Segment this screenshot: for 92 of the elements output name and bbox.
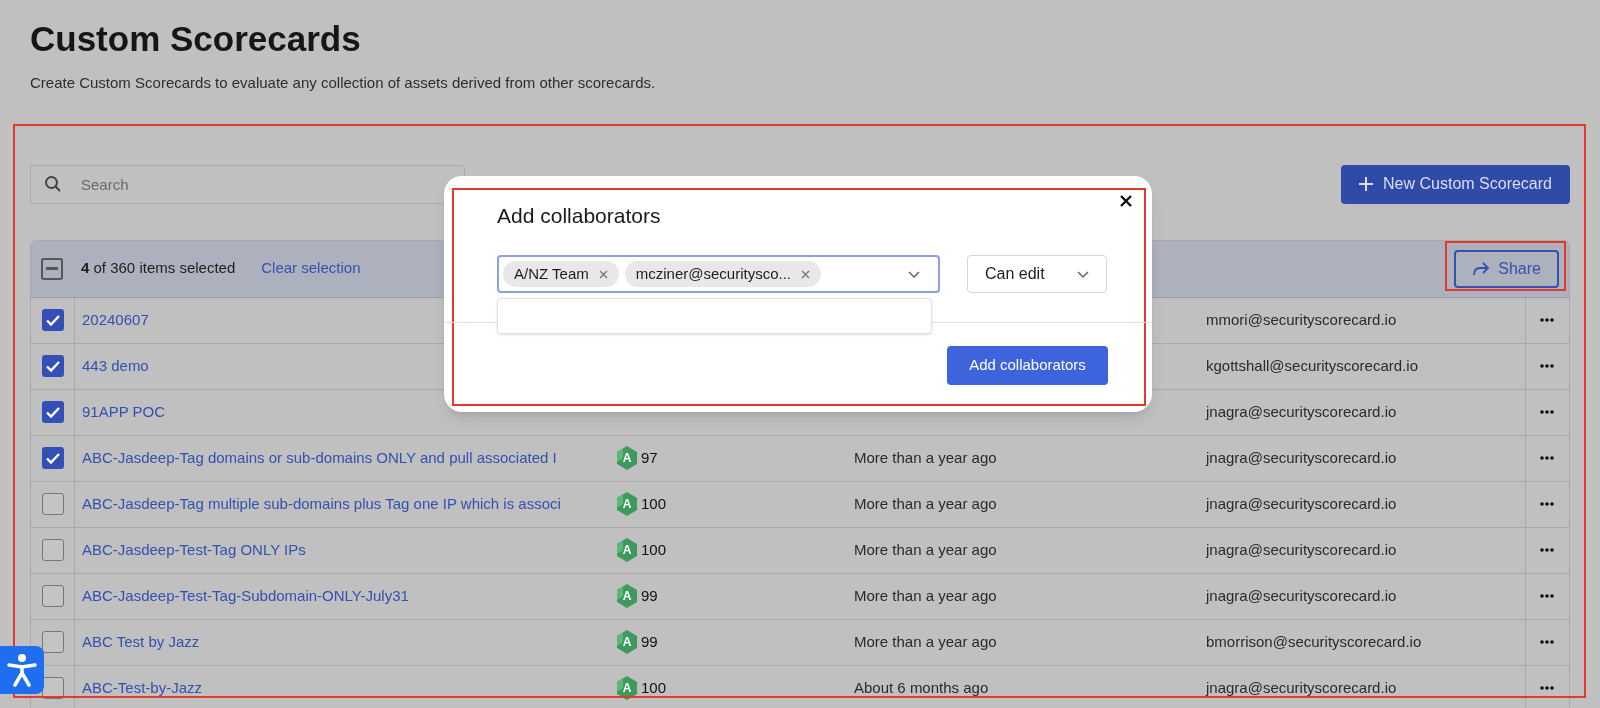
row-checkbox[interactable] [41, 585, 64, 607]
owner-email: kgottshall@securityscorecard.io [1206, 356, 1418, 374]
share-button[interactable]: Share [1454, 249, 1559, 288]
score-value: 99 [641, 631, 658, 652]
row-checkbox[interactable] [41, 309, 64, 331]
scorecard-link[interactable]: ABC-Jasdeep-Test-Tag-Subdomain-ONLY-July31 [82, 586, 409, 604]
grade-badge: A [616, 630, 638, 654]
grade-badge: A [616, 584, 638, 608]
score-value: 97 [641, 447, 658, 468]
chevron-down-icon [1077, 270, 1089, 278]
more-options-button[interactable] [1539, 409, 1556, 415]
scorecard-link[interactable]: ABC-Jasdeep-Tag multiple sub-domains plus Tag one IP which is associ [82, 494, 561, 512]
remove-icon[interactable] [801, 269, 810, 279]
more-options-button[interactable] [1539, 593, 1556, 599]
minus-icon [46, 267, 58, 270]
new-scorecard-button[interactable]: New Custom Scorecard [1341, 164, 1570, 204]
check-icon [45, 360, 60, 372]
share-icon [1472, 261, 1491, 276]
updated-time: More than a year ago [854, 448, 997, 466]
page-title: Custom Scorecards [30, 18, 362, 60]
row-checkbox[interactable] [41, 539, 64, 561]
check-icon [45, 452, 60, 464]
scorecard-link[interactable]: 91APP POC [82, 402, 166, 420]
owner-email: bmorrison@securityscorecard.io [1206, 632, 1422, 650]
add-collaborators-button[interactable]: Add collaborators [947, 346, 1108, 385]
grade-badge: A [616, 676, 638, 700]
more-icon [1539, 548, 1554, 552]
collaborator-chip: A/NZ Team [503, 261, 619, 287]
more-options-button[interactable] [1539, 685, 1556, 691]
collaborator-select[interactable]: A/NZ Team mcziner@securitysco... [497, 255, 940, 293]
scorecard-link[interactable]: ABC Test by Jazz [82, 632, 200, 650]
close-button[interactable] [1118, 193, 1134, 209]
score-value: 100 [641, 677, 667, 698]
scorecard-link[interactable]: 443 demo [82, 356, 149, 374]
accessibility-button[interactable] [0, 646, 44, 694]
row-checkbox[interactable] [41, 355, 64, 377]
more-icon [1539, 502, 1554, 506]
check-icon [45, 314, 60, 326]
scorecard-link[interactable]: ABC-Test-by-Jazz [82, 678, 203, 696]
scorecard-link[interactable]: ABC-Jasdeep-Tag domains or sub-domains ONLY and pull associated I [82, 448, 557, 466]
more-options-button[interactable] [1539, 547, 1556, 553]
more-icon [1539, 410, 1554, 414]
owner-email: jnagra@securityscorecard.io [1206, 540, 1397, 558]
plus-icon [1359, 177, 1374, 191]
updated-time: More than a year ago [854, 586, 997, 604]
row-checkbox[interactable] [41, 631, 64, 653]
more-options-button[interactable] [1539, 455, 1556, 461]
check-icon [45, 406, 60, 418]
owner-email: jnagra@securityscorecard.io [1206, 448, 1397, 466]
score-value: 99 [641, 585, 658, 606]
dialog-title: Add collaborators [497, 203, 661, 229]
grade-badge: A [616, 538, 638, 562]
selection-count: 4 of 360 items selected [81, 258, 236, 279]
close-icon [1120, 195, 1132, 207]
owner-email: jnagra@securityscorecard.io [1206, 494, 1397, 512]
owner-email: mmori@securityscorecard.io [1206, 310, 1397, 328]
grade-badge: A [616, 492, 638, 516]
row-checkbox[interactable] [41, 401, 64, 423]
grade-badge: A [616, 446, 638, 470]
owner-email: jnagra@securityscorecard.io [1206, 678, 1397, 696]
score-value: 100 [641, 493, 667, 514]
select-all-checkbox[interactable] [41, 257, 63, 280]
more-icon [1539, 686, 1554, 690]
updated-time: About 6 months ago [854, 678, 989, 696]
more-icon [1539, 594, 1554, 598]
accessibility-icon [7, 653, 37, 687]
search-icon [44, 174, 62, 193]
chevron-down-icon [908, 270, 920, 278]
remove-icon[interactable] [598, 269, 608, 279]
permission-select[interactable]: Can edit [967, 255, 1107, 293]
row-checkbox[interactable] [41, 493, 64, 515]
row-checkbox[interactable] [41, 447, 64, 469]
updated-time: More than a year ago [854, 494, 997, 512]
owner-email: jnagra@securityscorecard.io [1206, 586, 1397, 604]
more-icon [1539, 318, 1554, 322]
scorecard-link[interactable]: 20240607 [82, 310, 149, 328]
scorecard-link[interactable]: ABC-Jasdeep-Test-Tag ONLY IPs [82, 540, 306, 558]
updated-time: More than a year ago [854, 540, 997, 558]
more-options-button[interactable] [1539, 317, 1556, 323]
page-subtitle: Create Custom Scorecards to evaluate any collection of assets derived from other scorecards. [30, 73, 657, 93]
more-icon [1539, 456, 1554, 460]
search-field[interactable]: Search [30, 164, 465, 204]
collaborator-chip: mcziner@securitysco... [624, 261, 821, 287]
more-options-button[interactable] [1539, 363, 1556, 369]
more-icon [1539, 364, 1554, 368]
clear-selection-link[interactable]: Clear selection [261, 257, 361, 280]
updated-time: More than a year ago [854, 632, 997, 650]
more-options-button[interactable] [1539, 501, 1556, 507]
score-value: 100 [641, 539, 667, 560]
more-options-button[interactable] [1539, 639, 1556, 645]
owner-email: jnagra@securityscorecard.io [1206, 402, 1397, 420]
more-icon [1539, 640, 1554, 644]
